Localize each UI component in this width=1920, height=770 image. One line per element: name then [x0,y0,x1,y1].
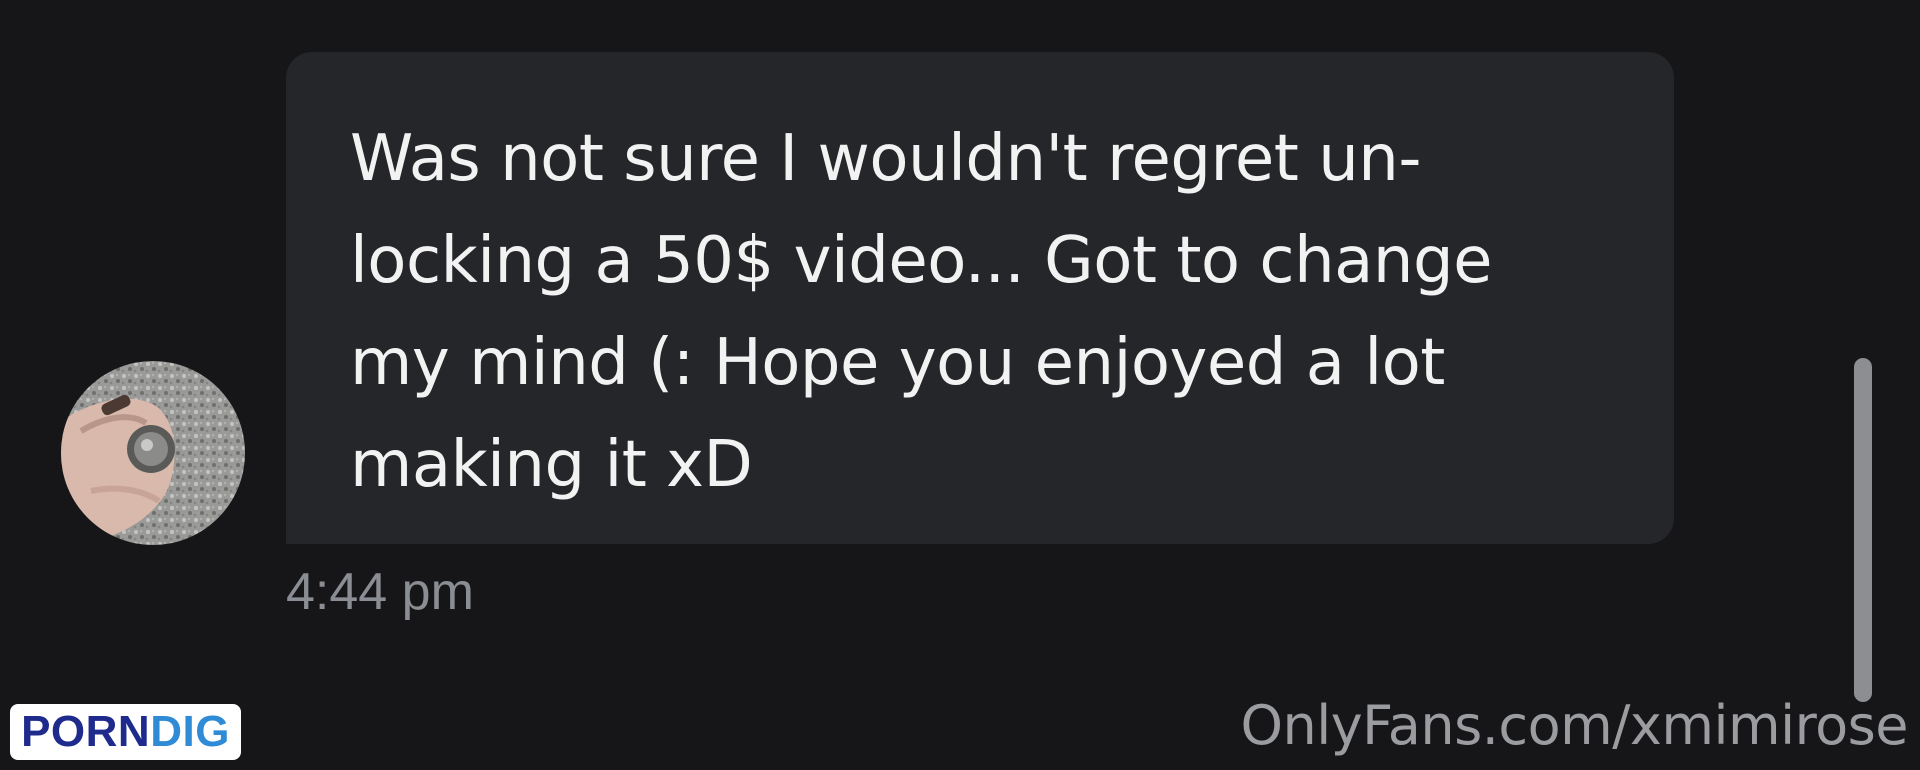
message-text: Was not sure I wouldn't regret un- locki… [350,108,1634,516]
message-line: my mind (: Hope you enjoyed a lot [350,326,1445,400]
message-timestamp: 4:44 pm [286,563,474,621]
source-url-watermark: OnlyFans.com/xmimirose [1240,694,1908,757]
message-line: Was not sure I wouldn't regret un- [350,122,1421,196]
watermark-logo-part: DIG [150,707,230,756]
message-bubble[interactable]: Was not sure I wouldn't regret un- locki… [286,52,1674,544]
watermark-logo-part: PORN [21,707,151,756]
sender-avatar[interactable] [61,361,245,545]
message-line: making it xD [350,428,753,502]
scrollbar-thumb[interactable] [1854,358,1872,702]
avatar-photo-icon [61,361,245,545]
watermark-logo: PORN DIG [10,704,241,760]
message-line: locking a 50$ video... Got to change [350,224,1492,298]
